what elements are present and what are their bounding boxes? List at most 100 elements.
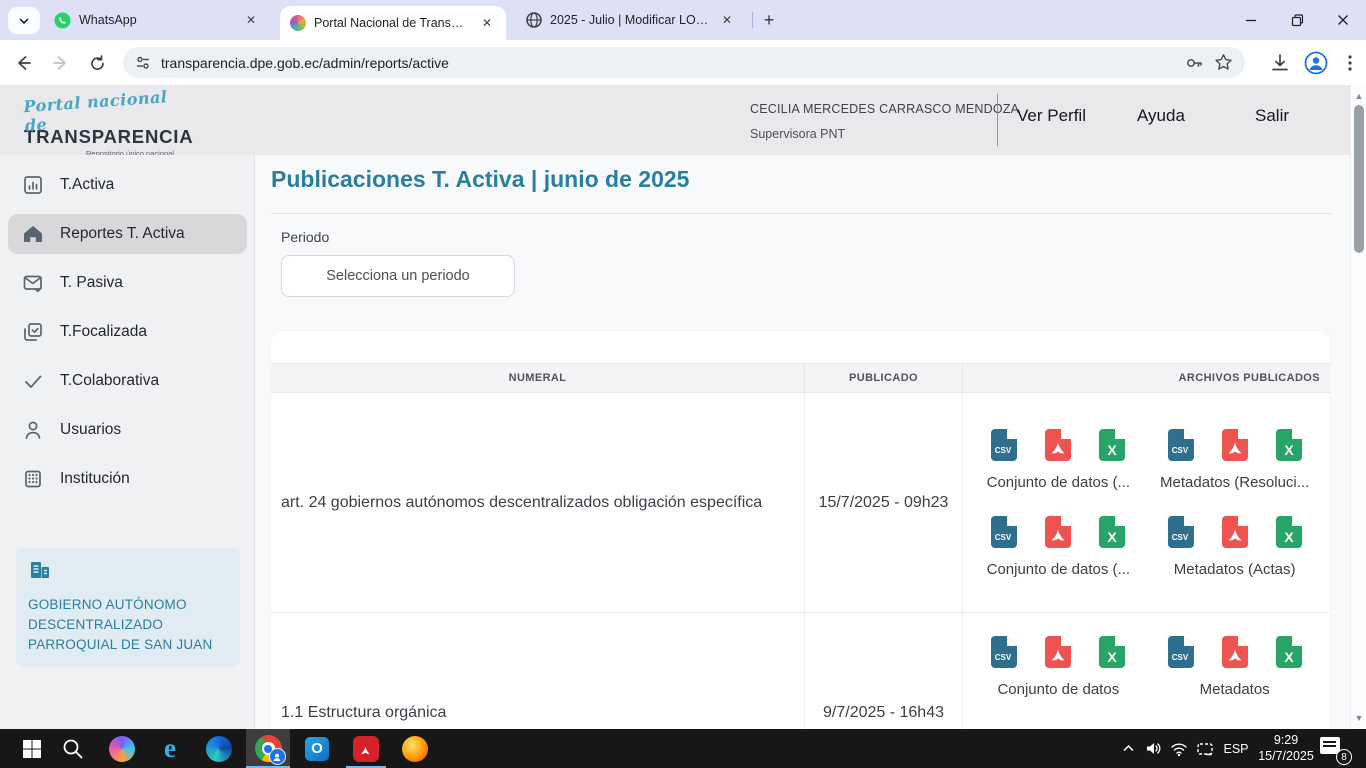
csv-file-icon[interactable]: CSV (990, 515, 1018, 549)
period-select[interactable]: Selecciona un periodo (281, 255, 515, 297)
csv-file-icon[interactable]: CSV (1167, 515, 1195, 549)
csv-file-icon[interactable]: CSV (1167, 635, 1195, 669)
tab-portal-active[interactable]: Portal Nacional de Transparenci ✕ (280, 6, 506, 40)
page-scrollbar[interactable]: ▲ ▼ (1350, 85, 1366, 729)
sidebar-item-label: T.Focalizada (60, 323, 147, 341)
file-group-label[interactable]: Conjunto de datos (... (987, 561, 1130, 578)
tab-close-icon[interactable]: ✕ (718, 11, 736, 29)
sidebar-item-reportes-t-activa[interactable]: Reportes T. Activa (8, 214, 247, 254)
password-key-icon[interactable] (1184, 53, 1204, 73)
excel-file-icon[interactable]: X (1098, 635, 1126, 669)
table-row: 1.1 Estructura orgánica 9/7/2025 - 16h43… (271, 613, 1330, 729)
menu-ayuda[interactable]: Ayuda (1137, 106, 1185, 126)
site-header: Portal nacional de TRANSPARENCIA Reposit… (0, 85, 1366, 155)
excel-file-icon[interactable]: X (1275, 428, 1303, 462)
window-minimize-button[interactable] (1228, 0, 1274, 40)
sidebar-item-institucion[interactable]: Institución (8, 459, 247, 499)
reload-button[interactable] (82, 48, 112, 78)
site-settings-icon[interactable] (135, 55, 151, 71)
profile-avatar-icon[interactable] (1304, 51, 1328, 75)
file-group-label[interactable]: Metadatos (Resoluci... (1160, 474, 1309, 491)
forward-button[interactable] (46, 48, 76, 78)
scroll-down-icon[interactable]: ▼ (1351, 711, 1366, 725)
institution-card[interactable]: GOBIERNO AUTÓNOMO DESCENTRALIZADO PARROQ… (16, 548, 240, 667)
excel-file-icon[interactable]: X (1098, 428, 1126, 462)
download-icon[interactable] (1270, 53, 1290, 73)
scroll-up-icon[interactable]: ▲ (1351, 89, 1366, 103)
excel-file-icon[interactable]: X (1275, 515, 1303, 549)
numeral-cell: art. 24 gobiernos autónomos descentraliz… (271, 393, 805, 612)
file-icons: CSV X (1167, 515, 1303, 549)
file-group-label[interactable]: Conjunto de datos (997, 681, 1119, 698)
svg-text:X: X (1284, 649, 1294, 665)
taskbar-acrobat-button[interactable] (344, 729, 388, 768)
action-center-button[interactable]: 8 (1320, 735, 1350, 763)
file-group-label[interactable]: Metadatos (1200, 681, 1270, 698)
taskbar-chrome-button[interactable] (246, 729, 290, 768)
sidebar-item-t-activa[interactable]: T.Activa (8, 165, 247, 205)
url-text[interactable]: transparencia.dpe.gob.ec/admin/reports/a… (161, 55, 1174, 71)
monitor-icon (1196, 741, 1214, 757)
pdf-file-icon[interactable] (1221, 428, 1249, 462)
sidebar-item-label: T.Colaborativa (60, 372, 159, 390)
menu-ver-perfil[interactable]: Ver Perfil (1017, 106, 1086, 126)
taskbar-firefox-button[interactable] (393, 729, 437, 768)
search-icon (61, 737, 85, 761)
pdf-file-icon[interactable] (1044, 515, 1072, 549)
tab-close-icon[interactable]: ✕ (478, 14, 496, 32)
menu-kebab-icon[interactable] (1342, 54, 1358, 72)
csv-file-icon[interactable]: CSV (1167, 428, 1195, 462)
web-page: Portal nacional de TRANSPARENCIA Reposit… (0, 85, 1366, 729)
wifi-icon (1170, 741, 1188, 757)
csv-file-icon[interactable]: CSV (990, 428, 1018, 462)
back-button[interactable] (8, 48, 38, 78)
taskbar-copilot-button[interactable] (100, 729, 144, 768)
start-button[interactable] (10, 729, 54, 768)
tab-title: Portal Nacional de Transparenci (314, 16, 470, 30)
url-bar[interactable]: transparencia.dpe.gob.ec/admin/reports/a… (123, 47, 1245, 78)
taskbar-ie-button[interactable]: e (148, 729, 192, 768)
tray-language[interactable]: ESP (1220, 729, 1252, 768)
file-group-label[interactable]: Conjunto de datos (... (987, 474, 1130, 491)
tray-volume-button[interactable] (1141, 729, 1165, 768)
bookmark-star-icon[interactable] (1214, 53, 1233, 72)
globe-icon (526, 12, 542, 28)
sidebar-item-t-pasiva[interactable]: T. Pasiva (8, 263, 247, 303)
taskbar-edge-button[interactable] (197, 729, 241, 768)
window-close-button[interactable] (1320, 0, 1366, 40)
scrollbar-thumb[interactable] (1354, 105, 1364, 253)
tab-lotaip[interactable]: 2025 - Julio | Modificar LOTAIP ✕ (516, 0, 746, 40)
menu-salir[interactable]: Salir (1255, 106, 1289, 126)
file-group-label[interactable]: Metadatos (Actas) (1174, 561, 1296, 578)
excel-file-icon[interactable]: X (1275, 635, 1303, 669)
tray-expand-button[interactable] (1117, 729, 1139, 768)
window-restore-button[interactable] (1274, 0, 1320, 40)
file-group: CSV X Conjunto de datos (... (973, 428, 1143, 491)
new-tab-button[interactable]: + (758, 10, 780, 31)
windows-logo-icon (21, 738, 43, 760)
pdf-file-icon[interactable] (1044, 635, 1072, 669)
bar-chart-icon (22, 174, 44, 196)
institution-name: GOBIERNO AUTÓNOMO DESCENTRALIZADO PARROQ… (28, 595, 228, 655)
acrobat-icon (353, 736, 379, 762)
pdf-file-icon[interactable] (1044, 428, 1072, 462)
outlook-icon: O (305, 737, 329, 761)
csv-file-icon[interactable]: CSV (990, 635, 1018, 669)
pdf-file-icon[interactable] (1221, 515, 1249, 549)
tray-display-button[interactable] (1193, 729, 1217, 768)
pdf-file-icon[interactable] (1221, 635, 1249, 669)
sidebar-item-t-colaborativa[interactable]: T.Colaborativa (8, 361, 247, 401)
sidebar-item-t-focalizada[interactable]: T.Focalizada (8, 312, 247, 352)
taskbar-search-button[interactable] (51, 729, 95, 768)
tab-whatsapp[interactable]: WhatsApp ✕ (44, 0, 270, 40)
sidebar-item-label: T. Pasiva (60, 274, 123, 292)
sidebar-item-usuarios[interactable]: Usuarios (8, 410, 247, 450)
tab-close-icon[interactable]: ✕ (242, 11, 260, 29)
tray-wifi-button[interactable] (1167, 729, 1191, 768)
user-name: CECILIA MERCEDES CARRASCO MENDOZA (750, 102, 1019, 116)
tray-clock[interactable]: 9:29 15/7/2025 (1256, 732, 1316, 764)
tab-search-button[interactable] (8, 7, 40, 34)
taskbar-outlook-button[interactable]: O (295, 729, 339, 768)
excel-file-icon[interactable]: X (1098, 515, 1126, 549)
tray-date: 15/7/2025 (1256, 748, 1316, 764)
